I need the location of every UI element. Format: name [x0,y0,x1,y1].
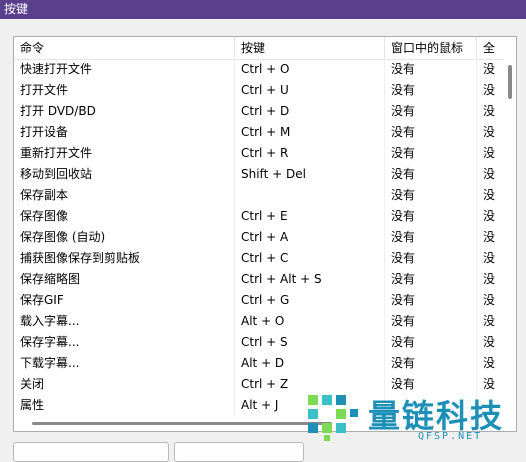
cell-command: 载入字幕... [14,311,235,332]
vertical-scrollbar[interactable] [504,59,516,415]
table-row[interactable]: 重新打开文件 Ctrl + R 没有没 [14,143,516,164]
cell-command: 快速打开文件 [14,59,235,80]
cell-mouse-in-window: 没有 [385,227,477,248]
table-row[interactable]: 移动到回收站 Shift + Del 没有没 [14,164,516,185]
cell-key: Ctrl + E [235,206,385,227]
table-row[interactable]: 保存副本 没有没 [14,185,516,206]
cell-key [235,185,385,206]
cell-command: 移动到回收站 [14,164,235,185]
cell-key: Ctrl + G [235,290,385,311]
cell-command: 保存缩略图 [14,269,235,290]
cell-key: Ctrl + M [235,122,385,143]
cell-key: Ctrl + O [235,59,385,80]
cell-command: 重新打开文件 [14,143,235,164]
cell-key: Ctrl + Alt + S [235,269,385,290]
table-row[interactable]: 下载字幕... Alt + D 没有没 [14,353,516,374]
cell-mouse-in-window: 没有 [385,311,477,332]
cell-key: Alt + O [235,311,385,332]
list-rows: 快速打开文件 Ctrl + O 没有没打开文件 Ctrl + U 没有没打开 DVD/B… [14,59,516,416]
table-row[interactable]: 保存字幕... Ctrl + S 没有没 [14,332,516,353]
watermark-logo: 量链科技 QFSP.NET [304,387,526,450]
cell-key: Ctrl + R [235,143,385,164]
cell-command: 保存GIF [14,290,235,311]
horizontal-scroll-thumb[interactable] [32,422,332,425]
cell-key: Ctrl + D [235,101,385,122]
column-header-mouse-in-window[interactable]: 窗口中的鼠标 [385,37,477,59]
cell-mouse-in-window: 没有 [385,269,477,290]
list-header: 命令 按键 窗口中的鼠标 全 [14,37,516,60]
cell-mouse-in-window: 没有 [385,290,477,311]
cell-command: 打开文件 [14,80,235,101]
cell-key: Ctrl + C [235,248,385,269]
column-header-command[interactable]: 命令 [14,37,235,59]
table-row[interactable]: 打开设备 Ctrl + M 没有没 [14,122,516,143]
cell-command: 关闭 [14,374,235,395]
table-row[interactable]: 捕获图像保存到剪贴板 Ctrl + C 没有没 [14,248,516,269]
cell-mouse-in-window: 没有 [385,185,477,206]
cell-key: Shift + Del [235,164,385,185]
table-row[interactable]: 打开 DVD/BD Ctrl + D 没有没 [14,101,516,122]
table-row[interactable]: 保存GIF Ctrl + G 没有没 [14,290,516,311]
cell-mouse-in-window: 没有 [385,143,477,164]
cell-key: Ctrl + A [235,227,385,248]
table-row[interactable]: 保存缩略图 Ctrl + Alt + S 没有没 [14,269,516,290]
cell-command: 属性 [14,395,235,416]
cell-mouse-in-window: 没有 [385,101,477,122]
column-header-key[interactable]: 按键 [235,37,385,59]
column-header-fullscreen[interactable]: 全 [477,37,516,59]
cell-command: 打开设备 [14,122,235,143]
watermark-url: QFSP.NET [418,431,483,442]
table-row[interactable]: 载入字幕... Alt + O 没有没 [14,311,516,332]
cell-mouse-in-window: 没有 [385,206,477,227]
keys-list[interactable]: 命令 按键 窗口中的鼠标 全 快速打开文件 Ctrl + O 没有没打开文件 Ctrl… [13,36,517,432]
cell-key: Ctrl + S [235,332,385,353]
cell-mouse-in-window: 没有 [385,248,477,269]
window-title: 按键 [0,0,526,19]
bottom-button-left[interactable] [13,442,169,462]
cell-command: 保存图像 [14,206,235,227]
cell-mouse-in-window: 没有 [385,164,477,185]
cell-mouse-in-window: 没有 [385,80,477,101]
table-row[interactable]: 保存图像 Ctrl + E 没有没 [14,206,516,227]
cell-command: 保存副本 [14,185,235,206]
cell-key: Alt + D [235,353,385,374]
watermark-logo-icon [308,395,358,441]
cell-command: 保存图像 (自动) [14,227,235,248]
cell-command: 保存字幕... [14,332,235,353]
table-row[interactable]: 打开文件 Ctrl + U 没有没 [14,80,516,101]
cell-mouse-in-window: 没有 [385,353,477,374]
cell-mouse-in-window: 没有 [385,122,477,143]
cell-mouse-in-window: 没有 [385,59,477,80]
cell-key: Ctrl + U [235,80,385,101]
cell-command: 捕获图像保存到剪贴板 [14,248,235,269]
cell-command: 打开 DVD/BD [14,101,235,122]
bottom-button-right[interactable] [174,442,304,462]
table-row[interactable]: 快速打开文件 Ctrl + O 没有没 [14,59,516,80]
vertical-scroll-thumb[interactable] [508,65,512,99]
cell-mouse-in-window: 没有 [385,332,477,353]
table-row[interactable]: 保存图像 (自动) Ctrl + A 没有没 [14,227,516,248]
cell-command: 下载字幕... [14,353,235,374]
